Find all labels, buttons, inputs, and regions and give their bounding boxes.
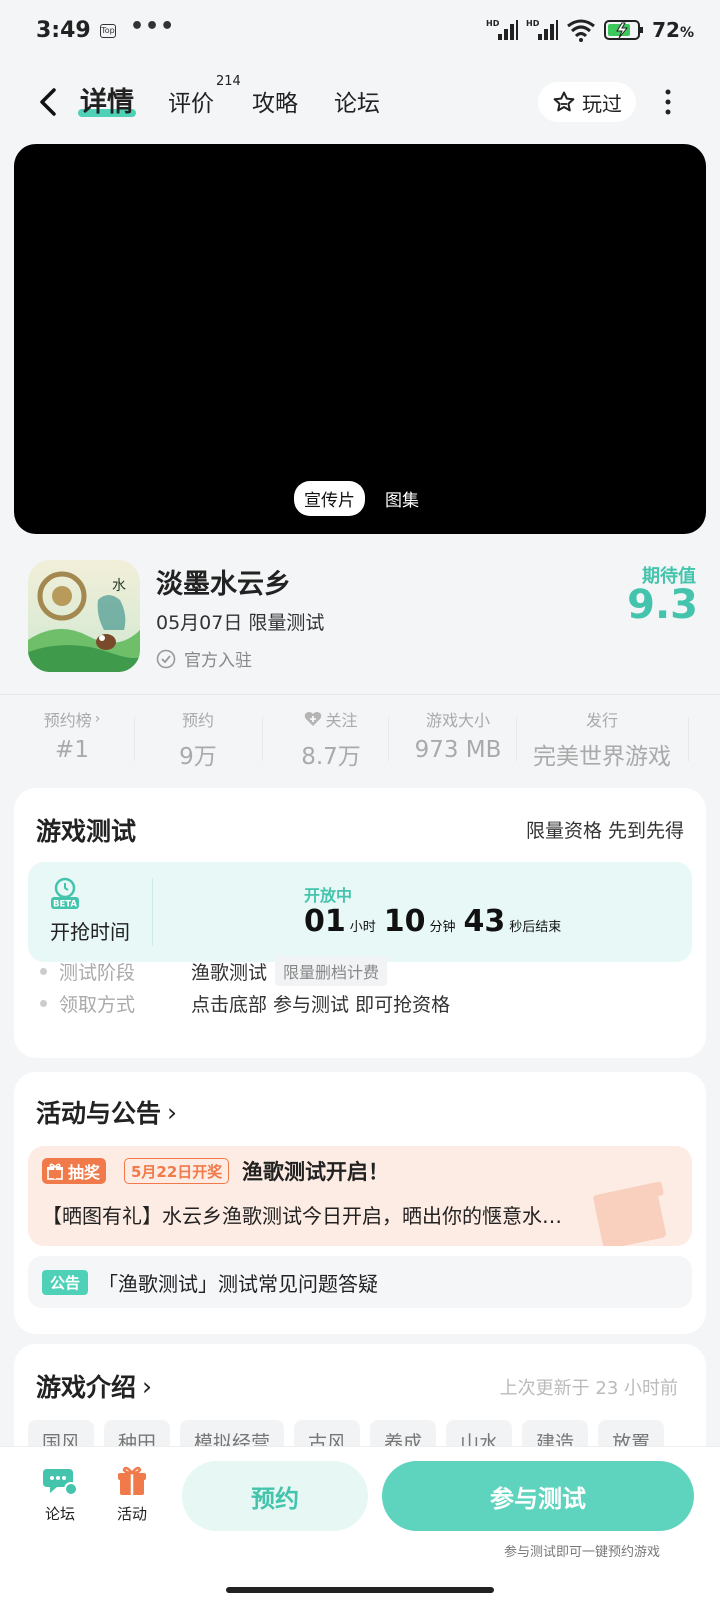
test-stage-row: 测试阶段 渔歌测试 限量删档计费	[40, 956, 388, 986]
gift-box-icon	[118, 1466, 146, 1495]
test-method-row: 领取方式 点击底部 参与测试 即可抢资格	[40, 990, 450, 1017]
divider	[388, 717, 389, 761]
tab-details[interactable]: 详情	[78, 80, 136, 119]
battery-icon	[604, 20, 644, 40]
tab-gallery[interactable]: 图集	[375, 481, 429, 516]
bottom-action-bar: 论坛 活动 预约 参与测试 参与测试即可一键预约游戏	[0, 1446, 720, 1600]
check-circle-icon	[156, 649, 176, 668]
tab-trailer[interactable]: 宣传片	[294, 481, 365, 516]
countdown-timer: 01 小时 10 分钟 43 秒后结束	[304, 904, 562, 939]
lottery-date-tag: 5月22日开奖	[124, 1158, 230, 1184]
game-artwork: 水	[28, 560, 140, 672]
star-icon	[553, 91, 575, 112]
stat-follows: 关注 8.7万	[301, 711, 361, 770]
test-qualification-note: 限量资格 先到先得	[525, 820, 684, 842]
review-count-badge: 214	[216, 74, 241, 89]
stat-game-size: 游戏大小 973 MB	[414, 711, 502, 763]
game-test-card: 游戏测试 限量资格 先到先得 BETA 开抢时间 开放中 01 小时 10 分钟…	[14, 788, 706, 1058]
promo-banner[interactable]: 抽奖 5月22日开奖 渔歌测试开启！ 【晒图有礼】水云乡渔歌测试今日开启，晒出你…	[28, 1146, 692, 1246]
tab-reviews[interactable]: 评价	[168, 84, 214, 118]
divider	[134, 717, 135, 761]
notice-item[interactable]: 公告 「渔歌测试」测试常见问题答疑	[28, 1256, 692, 1308]
reserve-button[interactable]: 预约	[182, 1461, 368, 1531]
svg-text:水: 水	[112, 578, 126, 594]
beta-clock-icon: BETA	[51, 877, 79, 910]
expectation-score: 9.3	[627, 582, 698, 628]
promo-title: 渔歌测试开启！	[242, 1160, 389, 1184]
countdown-hours: 01	[304, 904, 346, 939]
game-date-line: 05月07日 限量测试	[156, 612, 325, 634]
heart-plus-icon	[305, 712, 322, 726]
divider	[516, 717, 517, 761]
divider	[152, 878, 153, 946]
divider	[262, 717, 263, 761]
activity-card: 活动与公告 › 抽奖 5月22日开奖 渔歌测试开启！ 【晒图有礼】水云乡渔歌测试…	[14, 1072, 706, 1334]
stat-reservations: 预约 9万	[179, 711, 217, 770]
stats-row: 预约榜 › #1 预约 9万 关注 8.7万 游戏大小 973 MB 发行 完美世…	[0, 694, 720, 774]
status-bar: 3:49 Top ••• HD HD 72%	[0, 0, 720, 64]
top-nav: 详情 评价 214 攻略 论坛 玩过	[0, 74, 720, 130]
join-test-hint: 参与测试即可一键预约游戏	[504, 1545, 661, 1560]
notice-tag: 公告	[42, 1269, 89, 1295]
divider	[688, 717, 689, 761]
stage-tag: 限量删档计费	[275, 956, 388, 986]
chevron-right-icon: ›	[94, 711, 101, 727]
signal-icon: HD	[486, 19, 519, 40]
top-app-icon: Top	[100, 24, 116, 38]
stat-publisher[interactable]: 发行 完美世界游戏	[526, 707, 678, 771]
chevron-right-icon: ›	[167, 1097, 178, 1127]
test-section-title: 游戏测试	[36, 817, 137, 846]
signal-icon-2: HD	[526, 19, 559, 40]
status-time: 3:49	[36, 18, 91, 43]
activity-section-header[interactable]: 活动与公告 ›	[36, 1094, 177, 1130]
game-info: 水 淡墨水云乡 05月07日 限量测试 官方入驻 期待值 9.3	[0, 552, 720, 692]
played-label: 玩过	[582, 91, 622, 116]
join-test-button[interactable]: 参与测试	[382, 1461, 694, 1531]
intro-section-header[interactable]: 游戏介绍 ›	[36, 1368, 152, 1404]
video-player[interactable]: 宣传片 图集	[14, 144, 706, 534]
gift-watermark-icon	[593, 1181, 666, 1246]
back-arrow-icon[interactable]	[32, 84, 68, 120]
svg-text:HD: HD	[526, 19, 540, 28]
wifi-icon	[567, 19, 596, 42]
game-title: 淡墨水云乡	[156, 569, 291, 600]
more-vertical-icon[interactable]	[660, 86, 676, 118]
svg-text:HD: HD	[486, 19, 500, 28]
stat-reserve-rank[interactable]: 预约榜 › #1	[20, 707, 124, 763]
svg-text:BETA: BETA	[53, 900, 77, 910]
countdown-minutes: 10	[383, 904, 426, 939]
tab-guides[interactable]: 攻略	[252, 84, 298, 118]
game-icon[interactable]: 水	[28, 560, 140, 672]
forum-shortcut[interactable]: 论坛	[30, 1465, 90, 1524]
notice-text: 「渔歌测试」测试常见问题答疑	[98, 1271, 379, 1296]
test-countdown-box: BETA 开抢时间 开放中 01 小时 10 分钟 43 秒后结束	[28, 862, 692, 962]
official-badge: 官方入驻	[156, 646, 252, 671]
activity-shortcut[interactable]: 活动	[102, 1465, 162, 1524]
bullet	[40, 1000, 47, 1007]
played-button[interactable]: 玩过	[538, 82, 636, 122]
media-tabs: 宣传片 图集	[294, 481, 429, 516]
promo-description: 【晒图有礼】水云乡渔歌测试今日开启，晒出你的惬意水…	[42, 1204, 562, 1228]
forum-chat-icon	[43, 1469, 77, 1496]
lottery-tag: 抽奖	[42, 1158, 107, 1184]
chevron-right-icon: ›	[142, 1371, 153, 1401]
more-notifications-icon: •••	[130, 14, 176, 39]
gift-icon	[47, 1163, 63, 1180]
tab-forum[interactable]: 论坛	[334, 84, 380, 118]
battery-percent: 72%	[652, 18, 694, 42]
countdown-seconds: 43	[463, 904, 506, 939]
home-indicator[interactable]	[226, 1587, 494, 1593]
bullet	[40, 967, 47, 975]
last-updated: 上次更新于 23 小时前	[499, 1378, 678, 1399]
grab-time-label: 开抢时间	[50, 920, 130, 944]
open-status: 开放中	[304, 886, 353, 905]
